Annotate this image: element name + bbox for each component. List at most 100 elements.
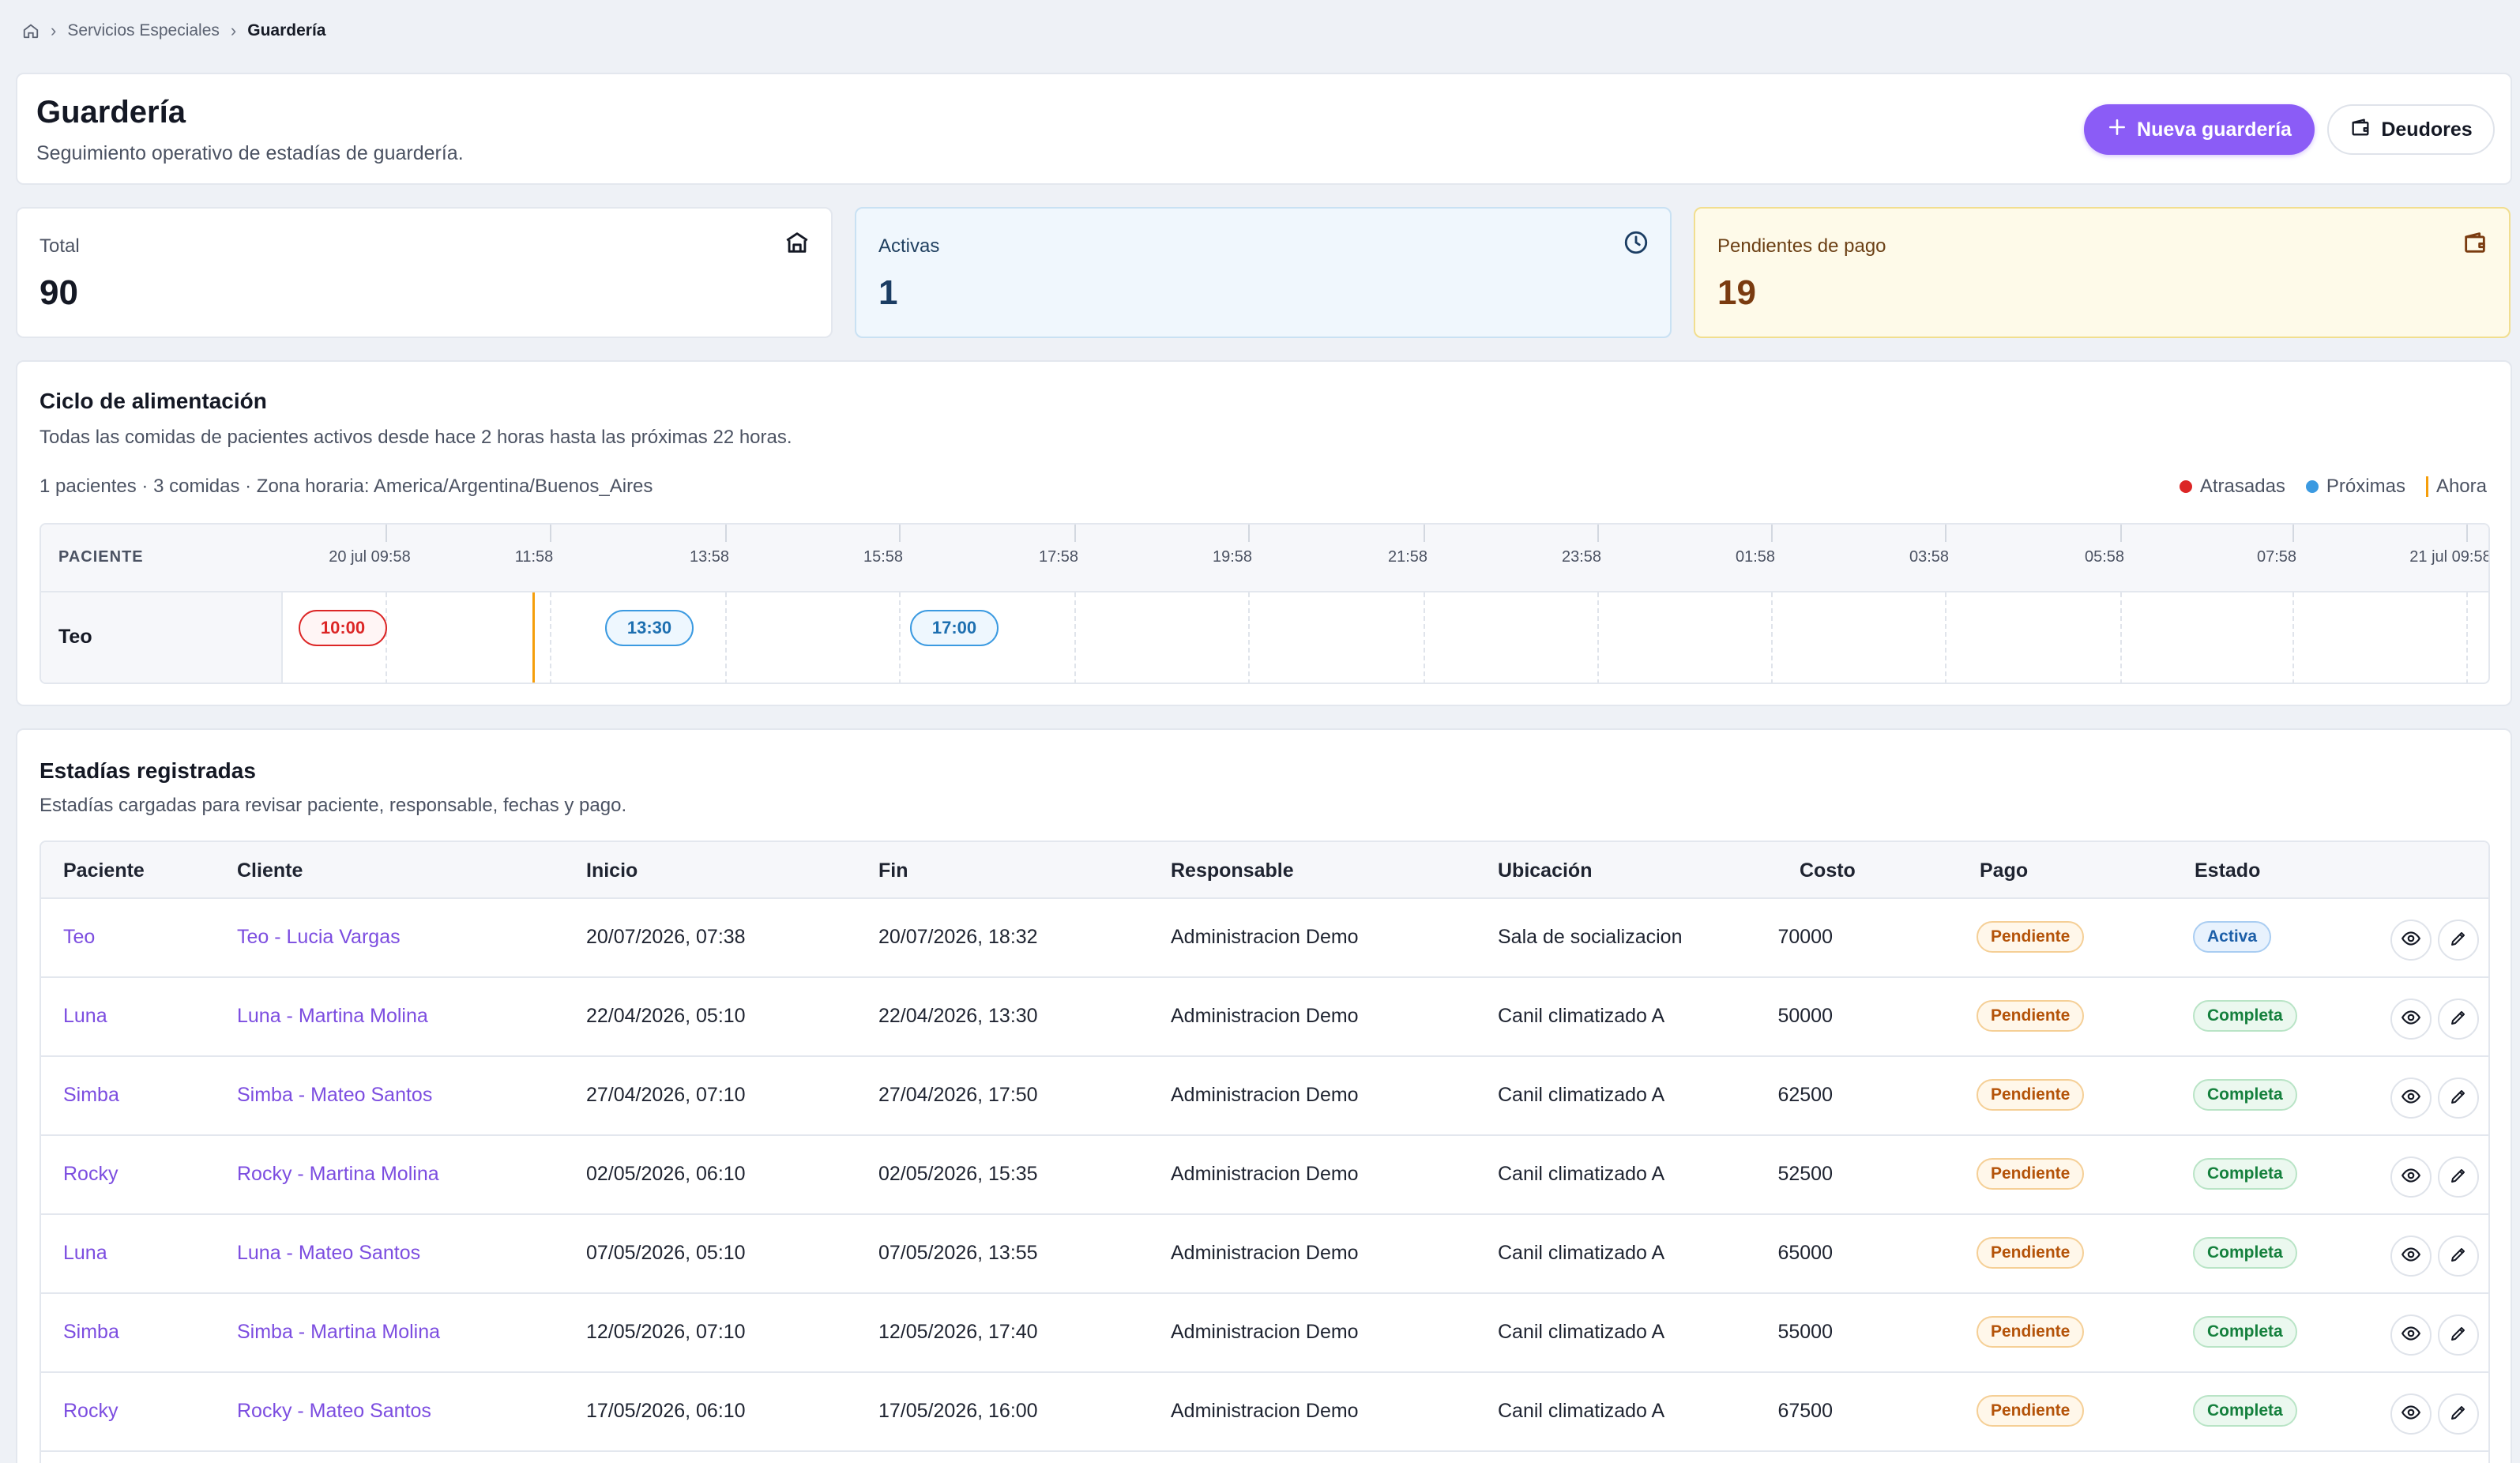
cell-owner: Administracion Demo: [1171, 926, 1359, 948]
status-badge: Completa: [2193, 1158, 2297, 1190]
timeline-tick-label: 13:58: [689, 548, 730, 566]
cell-patient[interactable]: Simba: [63, 1321, 119, 1344]
pencil-icon: [2449, 1008, 2468, 1031]
timeline-tick-mark: [386, 525, 387, 542]
stat-card-pending-payment: Pendientes de pago 19: [1694, 207, 2511, 338]
table-row: Rocky Rocky - Mateo Santos 17/05/2026, 06:…: [41, 1373, 2488, 1452]
edit-button[interactable]: [2438, 920, 2479, 961]
timeline-tick-mark: [550, 525, 551, 542]
view-button[interactable]: [2390, 1314, 2432, 1356]
legend-now-label: Ahora: [2435, 476, 2487, 497]
page-title: Guardería: [36, 95, 186, 130]
cell-patient[interactable]: Teo: [63, 926, 95, 949]
timeline-tick-mark: [1074, 525, 1076, 542]
pencil-icon: [2449, 929, 2468, 952]
cell-client[interactable]: Rocky - Mateo Santos: [237, 1400, 431, 1423]
stays-subtitle: Estadías cargadas para revisar paciente,…: [39, 795, 627, 816]
meal-pill-upcoming[interactable]: 13:30: [605, 610, 694, 646]
edit-button[interactable]: [2438, 999, 2479, 1040]
legend-late-label: Atrasadas: [2199, 476, 2285, 497]
cell-patient[interactable]: Rocky: [63, 1163, 118, 1186]
stat-label: Total: [39, 235, 80, 257]
meal-pill-upcoming[interactable]: 17:00: [910, 610, 999, 646]
cell-client[interactable]: Teo - Lucia Vargas: [237, 926, 401, 949]
home-icon[interactable]: [22, 22, 39, 39]
feeding-timeline: PACIENTE Teo 20 jul 09:58 11:58 13:58 15:58…: [39, 523, 2490, 684]
feeding-summary: 1 pacientes · 3 comidas · Zona horaria: …: [39, 476, 653, 497]
blue-dot-icon: [2305, 480, 2319, 493]
payment-badge: Pendiente: [1977, 1079, 2085, 1111]
cell-start: 20/07/2026, 07:38: [586, 926, 746, 948]
feeding-legend: Atrasadas Próximas Ahora: [2179, 476, 2487, 498]
timeline-tick-label: 19:58: [1212, 548, 1253, 566]
view-button[interactable]: [2390, 1235, 2432, 1277]
cell-cost: 50000: [1777, 1005, 1833, 1027]
view-button[interactable]: [2390, 1078, 2432, 1119]
chevron-right-icon: ›: [51, 21, 57, 40]
pencil-icon: [2449, 1245, 2468, 1268]
cell-end: 12/05/2026, 17:40: [878, 1321, 1038, 1343]
eye-icon: [2401, 1402, 2421, 1427]
stat-label: Pendientes de pago: [1717, 235, 1886, 257]
cell-patient[interactable]: Simba: [63, 1084, 119, 1107]
timeline-grid-line: [2466, 592, 2468, 683]
timeline-grid-line: [1248, 592, 1250, 683]
timeline-grid-line: [2120, 592, 2122, 683]
timeline-tick-mark: [1248, 525, 1250, 542]
plus-icon: [2107, 117, 2127, 143]
payment-badge: Pendiente: [1977, 921, 2085, 953]
debtors-button[interactable]: Deudores: [2327, 104, 2495, 155]
cell-start: 02/05/2026, 06:10: [586, 1163, 746, 1185]
cell-patient[interactable]: Luna: [63, 1005, 107, 1028]
timeline-tick-mark: [2120, 525, 2122, 542]
cell-end: 22/04/2026, 13:30: [878, 1005, 1038, 1027]
timeline-tick-mark: [1597, 525, 1599, 542]
wallet-icon: [2462, 229, 2488, 260]
breadcrumb-servicios-especiales[interactable]: Servicios Especiales: [67, 21, 220, 40]
table-row: Rocky Rocky - Martina Molina 02/05/2026, 0…: [41, 1136, 2488, 1215]
edit-button[interactable]: [2438, 1156, 2479, 1198]
timeline-tick-mark: [1945, 525, 1946, 542]
status-badge: Activa: [2193, 921, 2272, 953]
timeline-column-label: PACIENTE: [58, 548, 144, 566]
pencil-icon: [2449, 1166, 2468, 1189]
edit-button[interactable]: [2438, 1314, 2479, 1356]
column-header-cliente: Cliente: [237, 859, 303, 882]
timeline-patient-cell: Teo: [41, 592, 283, 683]
edit-button[interactable]: [2438, 1235, 2479, 1277]
cell-location: Canil climatizado A: [1498, 1084, 1665, 1106]
pencil-icon: [2449, 1087, 2468, 1110]
cell-owner: Administracion Demo: [1171, 1242, 1359, 1264]
cell-client[interactable]: Luna - Martina Molina: [237, 1005, 428, 1028]
stays-title: Estadías registradas: [39, 758, 256, 783]
cell-end: 27/04/2026, 17:50: [878, 1084, 1038, 1106]
cell-location: Sala de socializacion: [1498, 926, 1683, 948]
cell-location: Canil climatizado A: [1498, 1163, 1665, 1185]
timeline-tick-mark: [1771, 525, 1773, 542]
cell-patient[interactable]: Rocky: [63, 1400, 118, 1423]
eye-icon: [2401, 1086, 2421, 1111]
cell-cost: 52500: [1777, 1163, 1833, 1185]
payment-badge: Pendiente: [1977, 1395, 2085, 1427]
column-header-responsable: Responsable: [1171, 859, 1294, 882]
view-button[interactable]: [2390, 1156, 2432, 1198]
meal-pill-late[interactable]: 10:00: [299, 610, 387, 646]
view-button[interactable]: [2390, 920, 2432, 961]
house-icon: [784, 229, 811, 260]
edit-button[interactable]: [2438, 1078, 2479, 1119]
edit-button[interactable]: [2438, 1393, 2479, 1435]
cell-client[interactable]: Simba - Mateo Santos: [237, 1084, 432, 1107]
view-button[interactable]: [2390, 1393, 2432, 1435]
cell-patient[interactable]: Luna: [63, 1242, 107, 1265]
payment-badge: Pendiente: [1977, 1000, 2085, 1032]
eye-icon: [2401, 1244, 2421, 1269]
cell-client[interactable]: Luna - Mateo Santos: [237, 1242, 420, 1265]
cell-client[interactable]: Rocky - Martina Molina: [237, 1163, 439, 1186]
view-button[interactable]: [2390, 999, 2432, 1040]
cell-start: 27/04/2026, 07:10: [586, 1084, 746, 1106]
new-daycare-button[interactable]: Nueva guardería: [2084, 104, 2315, 155]
eye-icon: [2401, 928, 2421, 953]
cell-client[interactable]: Simba - Martina Molina: [237, 1321, 440, 1344]
eye-icon: [2401, 1323, 2421, 1348]
timeline-tick-label: 07:58: [2256, 548, 2297, 566]
